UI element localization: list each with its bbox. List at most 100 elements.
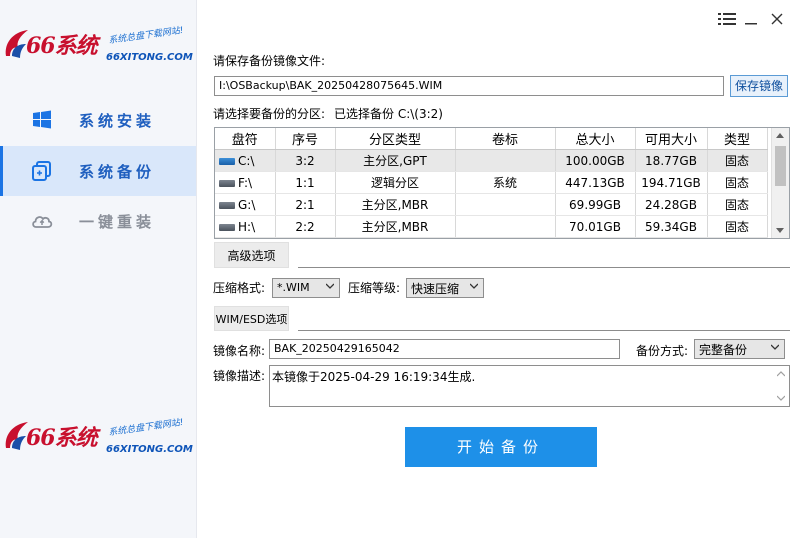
system-disk-icon	[219, 157, 235, 165]
advanced-options-tab: 高级选项	[214, 242, 289, 268]
compress-format-value: *.WIM	[277, 281, 310, 294]
compress-level-select[interactable]: 快速压缩	[406, 278, 484, 298]
chevron-down-icon	[470, 283, 478, 289]
menu-icon[interactable]	[718, 12, 736, 26]
brand-logo-bottom: 66系统 系统总盘下载网站! 66XITONG.COM	[0, 414, 196, 464]
disk-icon	[219, 201, 235, 209]
drive-letter: H:\	[238, 219, 256, 234]
start-backup-button[interactable]: 开始备份	[405, 427, 597, 467]
index-cell: 2:2	[275, 215, 336, 238]
drive-cell: F:\	[215, 171, 276, 194]
total-size-cell: 70.01GB	[555, 215, 636, 238]
backup-mode-select[interactable]: 完整备份	[694, 339, 785, 359]
minimize-icon[interactable]	[744, 12, 758, 26]
section-divider	[298, 330, 790, 331]
scroll-up-icon[interactable]	[777, 371, 785, 377]
compress-level-value: 快速压缩	[411, 282, 460, 296]
compress-format-select[interactable]: *.WIM	[272, 278, 340, 298]
disk-kind-cell: 固态	[707, 171, 768, 194]
disk-icon	[219, 223, 235, 231]
drive-cell: G:\	[215, 193, 276, 216]
close-icon[interactable]	[770, 12, 784, 26]
table-row[interactable]: H:\ 2:2 主分区,MBR 70.01GB 59.34GB 固态	[215, 215, 768, 238]
table-header-row: 盘符 序号 分区类型 卷标 总大小 可用大小 类型	[215, 128, 768, 150]
drive-letter: G:\	[238, 197, 256, 212]
volume-label-cell	[455, 149, 556, 172]
chevron-down-icon	[771, 344, 779, 350]
table-scrollbar[interactable]	[771, 128, 789, 238]
type-cell: 主分区,GPT	[335, 149, 456, 172]
scroll-down-icon[interactable]	[776, 228, 784, 233]
nav-label: 一键重装	[79, 213, 156, 231]
drive-letter: F:\	[238, 175, 253, 190]
disk-kind-cell: 固态	[707, 215, 768, 238]
cloud-icon	[32, 216, 53, 228]
backup-icon	[32, 161, 51, 181]
total-size-cell: 447.13GB	[555, 171, 636, 194]
column-header[interactable]: 序号	[275, 128, 336, 150]
sidebar: 66系统 系统总盘下载网站! 66XITONG.COM 系统安装 系统备份 一键…	[0, 0, 197, 538]
image-name-label: 镜像名称:	[213, 344, 266, 358]
nav-system-install[interactable]: 系统安装	[0, 95, 196, 145]
image-name-input[interactable]: BAK_20250429165042	[269, 339, 620, 359]
image-description-text: 本镜像于2025-04-29 16:19:34生成.	[272, 370, 476, 384]
image-description-textarea[interactable]: 本镜像于2025-04-29 16:19:34生成.	[269, 365, 790, 407]
scroll-down-icon[interactable]	[777, 395, 785, 401]
logo-brand: 66系统	[26, 33, 98, 59]
volume-label-cell: 系统	[455, 171, 556, 194]
backup-mode-label: 备份方式:	[636, 344, 689, 358]
compress-level-label: 压缩等级:	[348, 281, 401, 295]
column-header[interactable]: 盘符	[215, 128, 276, 150]
textarea-scrollbar[interactable]	[773, 366, 789, 406]
image-description-label: 镜像描述:	[213, 369, 266, 383]
table-row[interactable]: C:\ 3:2 主分区,GPT 100.00GB 18.77GB 固态	[215, 149, 768, 172]
total-size-cell: 100.00GB	[555, 149, 636, 172]
logo-slogan: 系统总盘下载网站!	[107, 417, 185, 439]
nav-system-backup[interactable]: 系统备份	[0, 146, 196, 196]
scroll-thumb[interactable]	[775, 146, 786, 186]
nav-one-click-reinstall[interactable]: 一键重装	[0, 196, 196, 246]
index-cell: 2:1	[275, 193, 336, 216]
free-size-cell: 24.28GB	[635, 193, 708, 216]
logo-brand: 66系统	[26, 425, 98, 451]
table-row[interactable]: F:\ 1:1 逻辑分区 系统 447.13GB 194.71GB 固态	[215, 171, 768, 194]
volume-label-cell	[455, 215, 556, 238]
scroll-up-icon[interactable]	[776, 133, 784, 138]
active-indicator	[0, 146, 3, 196]
type-cell: 逻辑分区	[335, 171, 456, 194]
table-row[interactable]: G:\ 2:1 主分区,MBR 69.99GB 24.28GB 固态	[215, 193, 768, 216]
partition-label: 请选择要备份的分区:	[213, 107, 326, 121]
section-divider	[298, 267, 790, 268]
logo-domain: 66XITONG.COM	[106, 52, 193, 63]
partition-table[interactable]: 盘符 序号 分区类型 卷标 总大小 可用大小 类型 C:\ 3:2 主分区,GP…	[214, 127, 790, 239]
column-header[interactable]: 总大小	[555, 128, 636, 150]
save-path-input[interactable]: I:\OSBackup\BAK_20250428075645.WIM	[214, 76, 724, 96]
type-cell: 主分区,MBR	[335, 215, 456, 238]
windows-icon	[33, 110, 51, 129]
volume-label-cell	[455, 193, 556, 216]
logo-slogan: 系统总盘下载网站!	[107, 25, 185, 47]
disk-kind-cell: 固态	[707, 193, 768, 216]
column-header[interactable]: 卷标	[455, 128, 556, 150]
type-cell: 主分区,MBR	[335, 193, 456, 216]
disk-icon	[219, 179, 235, 187]
index-cell: 1:1	[275, 171, 336, 194]
nav-label: 系统备份	[79, 163, 156, 181]
free-size-cell: 59.34GB	[635, 215, 708, 238]
save-path-label: 请保存备份镜像文件:	[213, 54, 326, 68]
free-size-cell: 194.71GB	[635, 171, 708, 194]
total-size-cell: 69.99GB	[555, 193, 636, 216]
backup-mode-value: 完整备份	[699, 343, 748, 357]
drive-letter: C:\	[238, 153, 255, 168]
index-cell: 3:2	[275, 149, 336, 172]
logo-domain: 66XITONG.COM	[106, 444, 193, 455]
column-header[interactable]: 分区类型	[335, 128, 456, 150]
column-header[interactable]: 类型	[707, 128, 768, 150]
column-header[interactable]: 可用大小	[635, 128, 708, 150]
save-image-button[interactable]: 保存镜像	[730, 75, 788, 97]
brand-logo: 66系统 系统总盘下载网站! 66XITONG.COM	[0, 22, 196, 72]
compress-format-label: 压缩格式:	[213, 281, 266, 295]
drive-cell: C:\	[215, 149, 276, 172]
partition-selected-text: 已选择备份 C:\(3:2)	[334, 107, 443, 121]
free-size-cell: 18.77GB	[635, 149, 708, 172]
